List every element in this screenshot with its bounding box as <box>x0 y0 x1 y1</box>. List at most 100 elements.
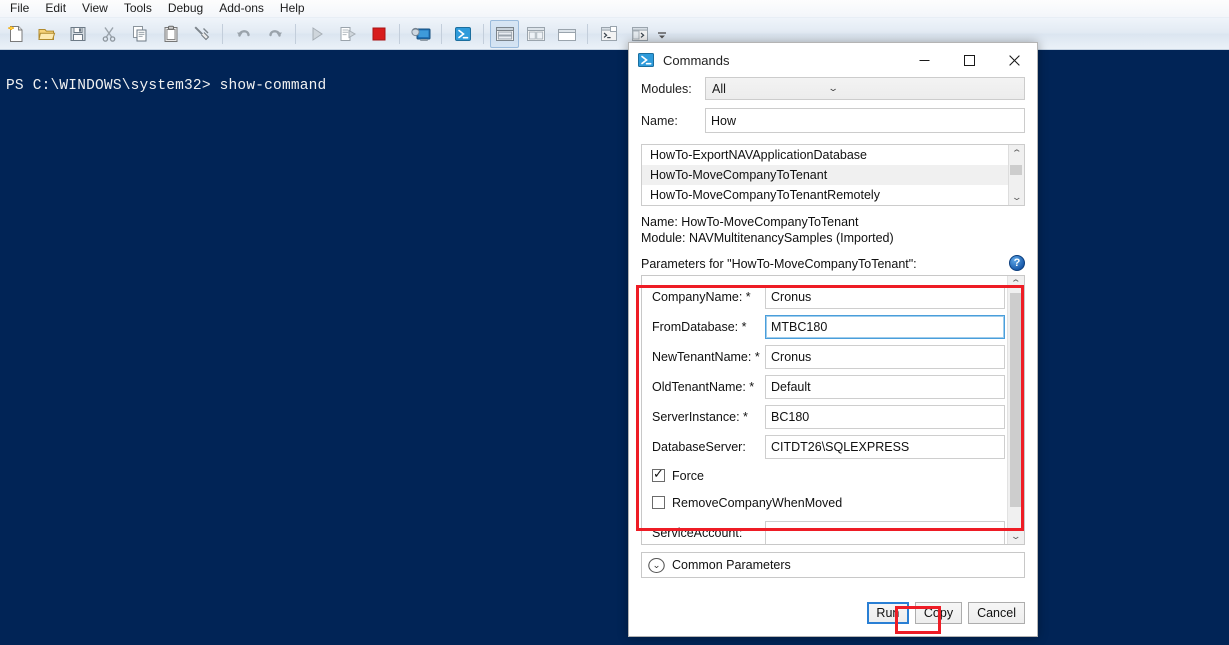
run-selection-icon[interactable] <box>333 20 362 48</box>
force-checkbox[interactable] <box>652 466 665 482</box>
remove-company-when-moved-checkbox[interactable] <box>652 496 665 509</box>
layout-vertical-icon[interactable] <box>521 20 550 48</box>
parameter-row-remove-company-when-moved[interactable]: RemoveCompanyWhenMoved <box>642 489 1007 516</box>
scroll-down-icon[interactable]: ⌄ <box>1011 190 1022 204</box>
parameter-label: CompanyName: * <box>652 290 751 304</box>
run-button[interactable]: Run <box>866 602 909 624</box>
name-label: Name: <box>641 113 678 128</box>
toolbar-separator <box>222 23 223 44</box>
list-item[interactable]: HowTo-MoveCompanyToTenantRemotely <box>642 185 1008 205</box>
database-server-input[interactable] <box>765 435 1005 459</box>
copy-icon[interactable] <box>125 20 154 48</box>
toolbar-separator <box>483 23 484 44</box>
menu-edit[interactable]: Edit <box>37 0 74 17</box>
parameters-scrollbar[interactable]: ⌃ ⌄ <box>1007 276 1024 544</box>
menu-file[interactable]: File <box>2 0 37 17</box>
new-tenant-name-input[interactable] <box>765 345 1005 369</box>
dialog-title: Commands <box>663 52 730 68</box>
help-icon[interactable]: ? <box>1009 255 1025 271</box>
parameter-row-service-account: ServiceAccount: <box>642 518 1007 544</box>
command-listbox[interactable]: HowTo-ExportNAVApplicationDatabase HowTo… <box>641 144 1025 206</box>
parameter-row-server-instance: ServerInstance: * <box>642 402 1007 432</box>
powershell-ise-window: File Edit View Tools Debug Add-ons Help <box>0 0 1229 645</box>
force-label: Force <box>672 468 704 483</box>
copy-button[interactable]: Copy <box>914 602 963 624</box>
minimize-button[interactable] <box>902 43 947 77</box>
parameter-row-force[interactable]: Force <box>642 462 1007 489</box>
dialog-body: Modules: All ⌄ Name: HowTo-ExportNAVAppl… <box>629 77 1037 636</box>
menu-help[interactable]: Help <box>272 0 313 17</box>
scroll-down-icon[interactable]: ⌄ <box>1010 529 1021 543</box>
run-script-icon[interactable] <box>302 20 331 48</box>
name-filter-input[interactable] <box>705 108 1025 133</box>
powershell-console[interactable]: PS C:\WINDOWS\system32> show-command <box>0 50 1229 645</box>
toolbar-separator <box>587 23 588 44</box>
new-script-icon[interactable] <box>1 20 30 48</box>
chevron-down-circle-icon: ⌄ <box>648 557 665 573</box>
parameter-label: FromDatabase: * <box>652 320 747 334</box>
command-module-line: Module: NAVMultitenancySamples (Imported… <box>641 231 894 245</box>
old-tenant-name-input[interactable] <box>765 375 1005 399</box>
parameter-row-old-tenant-name: OldTenantName: * <box>642 372 1007 402</box>
scroll-up-icon[interactable]: ⌃ <box>1010 276 1021 290</box>
parameter-row-company-name: CompanyName: * <box>642 282 1007 312</box>
parameters-panel: CompanyName: * FromDatabase: * NewTenant… <box>641 275 1025 545</box>
from-database-input[interactable] <box>765 315 1005 339</box>
menu-tools[interactable]: Tools <box>116 0 160 17</box>
toolbar <box>0 18 1229 50</box>
menu-bar: File Edit View Tools Debug Add-ons Help <box>0 0 1229 18</box>
stop-icon[interactable] <box>364 20 393 48</box>
list-item[interactable]: HowTo-ExportNAVApplicationDatabase <box>642 145 1008 165</box>
modules-row: Modules: All ⌄ <box>641 77 1025 100</box>
commands-dialog: Commands Modules: All ⌄ Name: How HowTo-… <box>628 42 1038 637</box>
parameter-row-from-database: FromDatabase: * <box>642 312 1007 342</box>
cut-icon[interactable] <box>94 20 123 48</box>
powershell-icon <box>637 51 655 69</box>
list-item[interactable]: HowTo-MoveCompanyToTenant <box>642 165 1008 185</box>
undo-icon[interactable] <box>229 20 258 48</box>
start-powershell-icon[interactable] <box>448 20 477 48</box>
parameter-row-new-tenant-name: NewTenantName: * <box>642 342 1007 372</box>
show-script-pane-icon[interactable] <box>594 20 623 48</box>
menu-add-ons[interactable]: Add-ons <box>211 0 272 17</box>
modules-select[interactable]: All ⌄ <box>705 77 1025 100</box>
parameter-label: ServerInstance: * <box>652 410 748 424</box>
parameter-label: DatabaseServer: <box>652 440 746 454</box>
window-buttons <box>902 43 1037 77</box>
common-parameters-label: Common Parameters <box>672 558 791 572</box>
paste-icon[interactable] <box>156 20 185 48</box>
parameters-header-row: Parameters for "HowTo-MoveCompanyToTenan… <box>641 255 1025 271</box>
scroll-up-icon[interactable]: ⌃ <box>1011 146 1022 160</box>
parameter-label: ServiceAccount: <box>652 526 743 540</box>
parameters-list: CompanyName: * FromDatabase: * NewTenant… <box>642 276 1007 544</box>
save-icon[interactable] <box>63 20 92 48</box>
scrollbar-thumb[interactable] <box>1010 293 1023 507</box>
service-account-input[interactable] <box>765 521 1005 544</box>
name-row: Name: <box>641 108 1025 133</box>
company-name-input[interactable] <box>765 285 1005 309</box>
maximize-button[interactable] <box>947 43 992 77</box>
toolbar-separator <box>399 23 400 44</box>
clear-console-icon[interactable] <box>187 20 216 48</box>
new-remote-tab-icon[interactable] <box>406 20 435 48</box>
command-list-items: HowTo-ExportNAVApplicationDatabase HowTo… <box>642 145 1008 205</box>
toolbar-separator <box>295 23 296 44</box>
close-button[interactable] <box>992 43 1037 77</box>
chevron-down-icon: ⌄ <box>827 83 839 93</box>
common-parameters-expander[interactable]: ⌄ Common Parameters <box>641 552 1025 578</box>
layout-maximized-icon[interactable] <box>552 20 581 48</box>
parameter-row-database-server: DatabaseServer: <box>642 432 1007 462</box>
cancel-button[interactable]: Cancel <box>968 602 1025 624</box>
command-name-line: Name: HowTo-MoveCompanyToTenant <box>641 215 859 229</box>
parameters-header: Parameters for "HowTo-MoveCompanyToTenan… <box>641 257 917 271</box>
open-folder-icon[interactable] <box>32 20 61 48</box>
dialog-footer: Run Copy Cancel <box>641 593 1025 636</box>
layout-horizontal-icon[interactable] <box>490 19 519 48</box>
menu-view[interactable]: View <box>74 0 116 17</box>
redo-icon[interactable] <box>260 20 289 48</box>
dialog-title-bar[interactable]: Commands <box>629 43 1037 77</box>
server-instance-input[interactable] <box>765 405 1005 429</box>
command-list-scrollbar[interactable]: ⌃ ⌄ <box>1008 145 1024 205</box>
menu-debug[interactable]: Debug <box>160 0 211 17</box>
scrollbar-thumb[interactable] <box>1010 165 1022 175</box>
